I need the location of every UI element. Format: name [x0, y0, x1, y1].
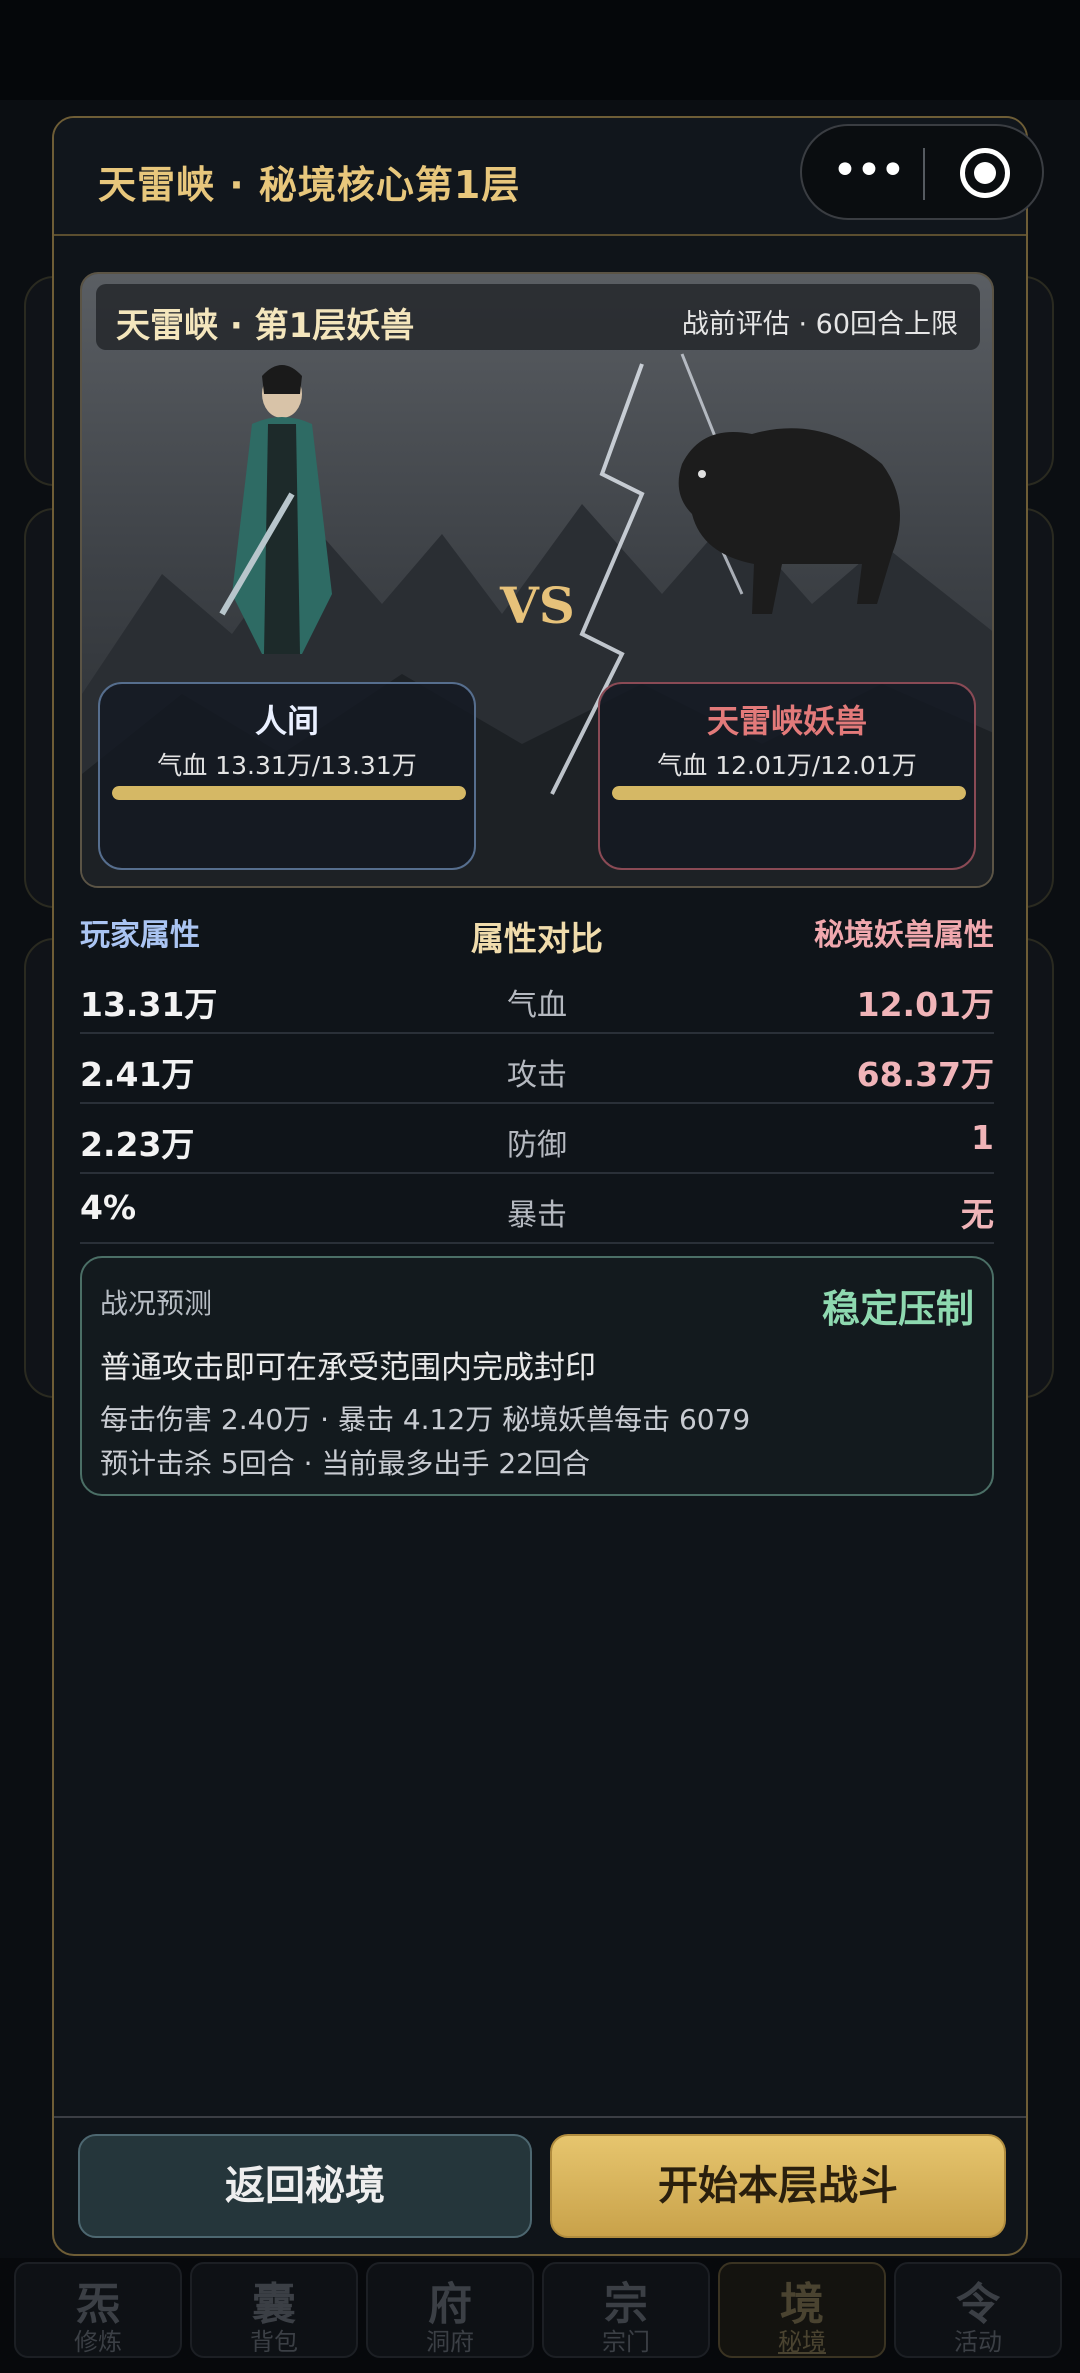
nav-label: 秘境 [778, 2328, 826, 2356]
enemy-stat-value: 68.37万 [856, 1055, 994, 1094]
stats-comparison: 玩家属性 属性对比 秘境妖兽属性 13.31万 气血 12.01万 2.41万 … [80, 904, 994, 1244]
stat-row: 2.41万 攻击 68.37万 [80, 1034, 994, 1104]
player-name: 人间 [254, 702, 319, 740]
stats-header: 玩家属性 属性对比 秘境妖兽属性 [80, 904, 994, 964]
player-hp-text: 气血 13.31万/13.31万 [157, 751, 417, 780]
enemy-hp-fill [612, 786, 966, 800]
scene-title-bar: 天雷峡 · 第1层妖兽 战前评估 · 60回合上限 [96, 284, 980, 350]
enemy-name: 天雷峡妖兽 [706, 702, 867, 740]
player-hp-card: 人间 气血 13.31万/13.31万 [98, 682, 476, 870]
nav-label: 背包 [250, 2328, 298, 2356]
nav-item-cultivate[interactable]: 炁 修炼 [14, 2262, 182, 2358]
stat-label: 暴击 [507, 1198, 567, 1233]
modal-title: 天雷峡 · 秘境核心第1层 [98, 163, 521, 207]
stat-row: 2.23万 防御 1 [80, 1104, 994, 1174]
target-circle-icon[interactable] [960, 148, 1010, 198]
battle-scene: 天雷峡 · 第1层妖兽 战前评估 · 60回合上限 VS 人间 气血 13.31… [80, 272, 994, 888]
nav-item-cave[interactable]: 府 洞府 [366, 2262, 534, 2358]
status-bar-area [0, 0, 1080, 100]
miniprogram-capsule: ••• [800, 124, 1044, 220]
stat-row: 4% 暴击 无 [80, 1174, 994, 1244]
player-hp-bar [112, 786, 466, 800]
prediction-result: 稳定压制 [821, 1287, 974, 1331]
enemy-hp-text: 气血 12.01万/12.01万 [657, 751, 917, 780]
nav-label: 洞府 [426, 2328, 474, 2356]
prediction-label: 战况预测 [100, 1287, 213, 1320]
start-battle-button[interactable]: 开始本层战斗 [550, 2134, 1006, 2238]
enemy-stat-value: 无 [961, 1195, 994, 1234]
stat-row: 13.31万 气血 12.01万 [80, 964, 994, 1034]
more-dots-icon[interactable]: ••• [832, 149, 906, 194]
back-to-realm-button[interactable]: 返回秘境 [78, 2134, 532, 2238]
prediction-description: 普通攻击即可在承受范围内完成封印 [100, 1350, 596, 1386]
modal-footer: 返回秘境 开始本层战斗 [54, 2116, 1026, 2254]
prediction-damage-line: 每击伤害 2.40万 · 暴击 4.12万 秘境妖兽每击 6079 [100, 1403, 751, 1436]
scene-info: 战前评估 · 60回合上限 [681, 309, 958, 340]
nav-item-bag[interactable]: 囊 背包 [190, 2262, 358, 2358]
enemy-stat-value: 12.01万 [856, 985, 994, 1024]
nav-item-sect[interactable]: 宗 宗门 [542, 2262, 710, 2358]
nav-label: 活动 [954, 2328, 1002, 2356]
nav-item-realm[interactable]: 境 秘境 [718, 2262, 886, 2358]
battle-preview-modal: 天雷峡 · 秘境核心第1层 天雷峡 · 第1层妖兽 战前评估 · 60回合上限 … [52, 116, 1028, 2256]
battle-prediction-box: 战况预测 稳定压制 普通攻击即可在承受范围内完成封印 每击伤害 2.40万 · … [80, 1256, 994, 1496]
capsule-divider [923, 148, 925, 200]
player-hp-fill [112, 786, 466, 800]
bottom-nav: 炁 修炼 囊 背包 府 洞府 宗 宗门 境 秘境 令 活动 [0, 2258, 1080, 2373]
stat-label: 防御 [507, 1128, 567, 1163]
enemy-hp-card: 天雷峡妖兽 气血 12.01万/12.01万 [598, 682, 976, 870]
vs-label: VS [500, 576, 575, 635]
enemy-hp-bar [612, 786, 966, 800]
enemy-stats-header: 秘境妖兽属性 [814, 918, 994, 953]
enemy-stat-value: 1 [971, 1118, 994, 1157]
nav-label: 宗门 [602, 2328, 650, 2356]
scene-title: 天雷峡 · 第1层妖兽 [116, 306, 415, 346]
prediction-rounds-line: 预计击杀 5回合 · 当前最多出手 22回合 [100, 1447, 590, 1480]
wolf-beast-figure [678, 428, 900, 614]
nav-label: 修炼 [74, 2328, 122, 2356]
swordsman-figure [219, 365, 332, 654]
nav-item-events[interactable]: 令 活动 [894, 2262, 1062, 2358]
